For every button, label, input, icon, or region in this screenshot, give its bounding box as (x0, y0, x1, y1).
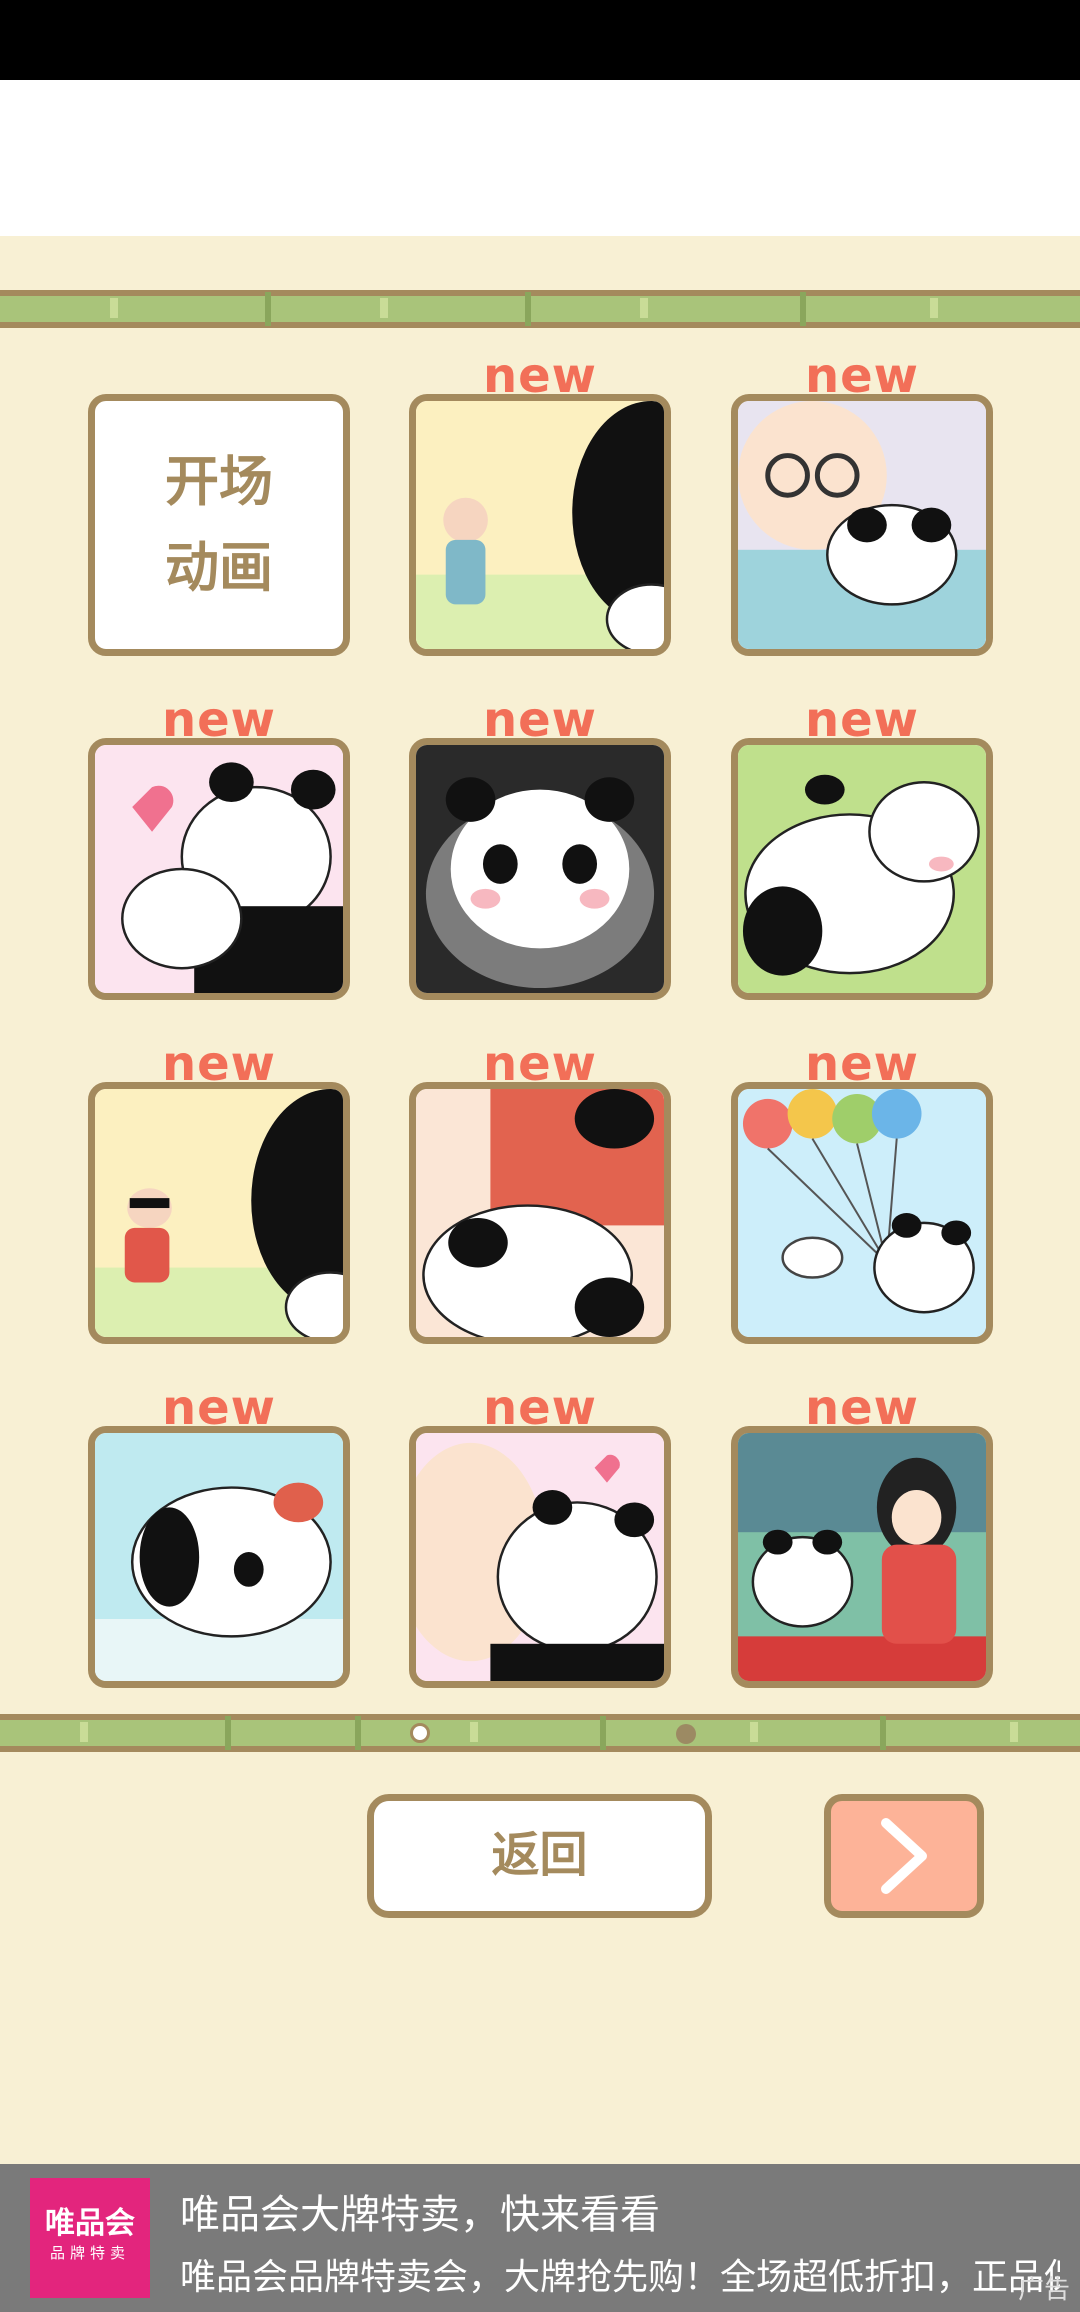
thumbnail-2[interactable]: new (731, 348, 993, 656)
page-dot-2[interactable] (676, 1724, 696, 1744)
opening-animation-cell[interactable]: 开场 动画 (88, 394, 350, 656)
page-dot-1[interactable] (410, 1723, 430, 1743)
thumbnail-4[interactable]: new (409, 692, 671, 1000)
top-blank-bar (0, 80, 1080, 236)
ad-title[interactable]: 唯品会大牌特卖，快来看看 (180, 2182, 660, 2240)
thumbnail-10[interactable]: new (409, 1380, 671, 1688)
ad-logo[interactable]: 唯品会 品牌特卖 (30, 2178, 150, 2298)
opening-animation-frame[interactable]: 开场 动画 (88, 394, 350, 656)
happy-panda-pot-icon[interactable] (409, 738, 671, 1000)
panda-mother-baby-heart-icon[interactable] (88, 738, 350, 1000)
chevron-right-icon (881, 1818, 927, 1894)
red-man-with-panda-icon[interactable] (409, 1082, 671, 1344)
status-bar (0, 0, 1080, 80)
thumbnail-6[interactable]: new (88, 1036, 350, 1344)
glasses-man-hugging-panda-icon[interactable] (731, 394, 993, 656)
ad-tag: 广告 (1017, 2275, 1070, 2305)
sunglasses-man-running-panda-icon[interactable] (88, 1082, 350, 1344)
opening-animation-label: 开场 动画 (165, 450, 273, 599)
old-man-waving-panda-icon[interactable] (409, 394, 671, 656)
thumbnail-7[interactable]: new (409, 1036, 671, 1344)
thumbnail-5[interactable]: new (731, 692, 993, 1000)
panda-with-leaf-icon[interactable] (88, 1426, 350, 1688)
bamboo-divider-top (0, 286, 1080, 330)
thumbnail-11[interactable]: new (731, 1380, 993, 1688)
back-button[interactable]: 返回 (367, 1794, 712, 1918)
ad-description[interactable]: 唯品会品牌特卖会，大牌抢先购！全场超低折扣，正品保 (180, 2248, 1060, 2300)
thumbnail-8[interactable]: new (731, 1036, 993, 1344)
kimono-girl-panda-bamboo-icon[interactable] (731, 1426, 993, 1688)
panda-balloons-bird-icon[interactable] (731, 1082, 993, 1344)
thumbnail-3[interactable]: new (88, 692, 350, 1000)
bald-man-kissing-panda-icon[interactable] (409, 1426, 671, 1688)
ad-banner[interactable]: 唯品会 品牌特卖 唯品会大牌特卖，快来看看 唯品会品牌特卖会，大牌抢先购！全场超… (0, 2164, 1080, 2312)
next-button[interactable] (824, 1794, 984, 1918)
thumbnail-9[interactable]: new (88, 1380, 350, 1688)
thumbnail-1[interactable]: new (409, 348, 671, 656)
bamboo-divider-bottom (0, 1710, 1080, 1754)
panda-lying-grass-icon[interactable] (731, 738, 993, 1000)
